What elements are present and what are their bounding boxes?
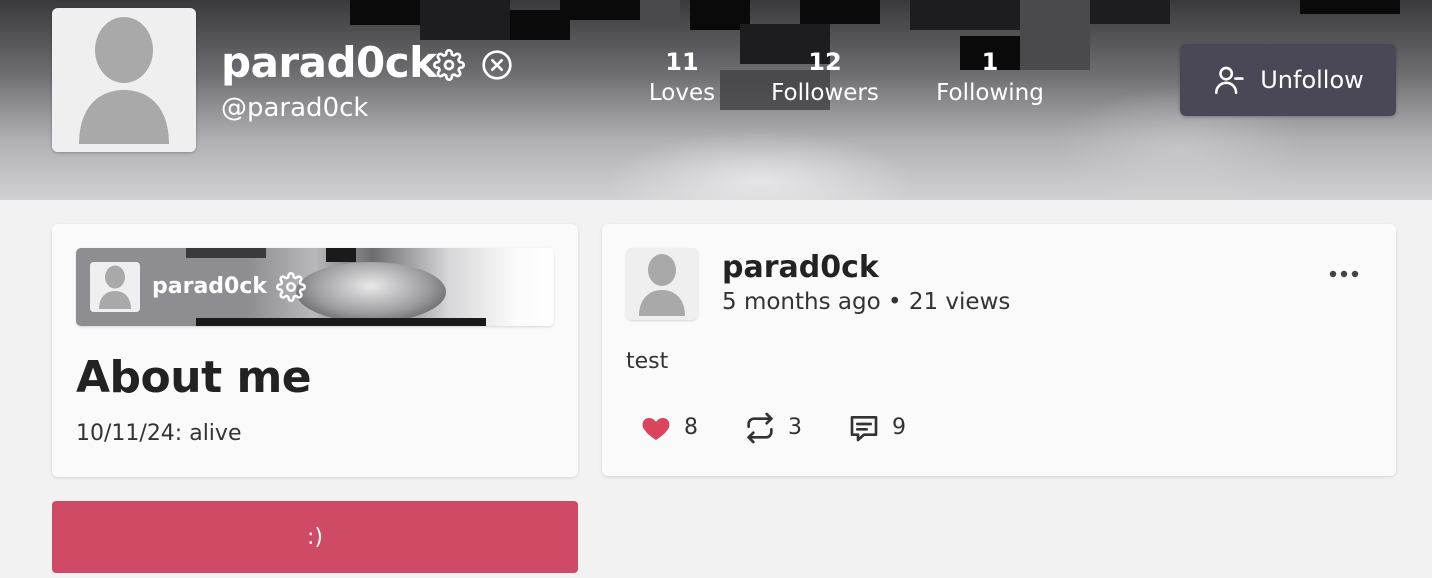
heart-icon xyxy=(642,418,670,440)
mini-avatar xyxy=(90,262,140,312)
repost-icon xyxy=(747,412,773,444)
user-minus-icon xyxy=(1215,66,1244,95)
post-author-avatar[interactable] xyxy=(626,248,698,320)
stat-value: 11 xyxy=(665,48,699,76)
more-horizontal-icon[interactable] xyxy=(1324,262,1364,286)
about-card: parad0ck About me 10/11/24: alive xyxy=(52,224,578,477)
stat-loves[interactable]: 11 Loves xyxy=(640,46,724,108)
profile-avatar[interactable] xyxy=(52,8,196,152)
circle-x-icon[interactable] xyxy=(481,49,513,81)
comment-icon xyxy=(850,416,878,442)
comment-button[interactable]: 9 xyxy=(848,410,906,446)
avatar-placeholder-icon xyxy=(52,8,196,152)
repost-button[interactable]: 3 xyxy=(744,410,802,446)
gear-icon[interactable] xyxy=(433,49,465,81)
avatar-placeholder-icon xyxy=(90,262,140,312)
unfollow-label: Unfollow xyxy=(1260,66,1364,94)
post-card: parad0ck 5 months ago • 21 views test 8 … xyxy=(602,224,1396,476)
stat-label: Loves xyxy=(648,80,716,106)
stat-value: 12 xyxy=(808,48,842,76)
gear-icon[interactable] xyxy=(276,272,306,302)
avatar-placeholder-icon xyxy=(626,248,698,320)
mini-profile-name: parad0ck xyxy=(152,274,268,299)
post-text: test xyxy=(626,349,669,374)
about-title: About me xyxy=(76,352,312,403)
stat-label: Followers xyxy=(771,80,879,106)
stat-followers[interactable]: 12 Followers xyxy=(762,46,888,108)
unfollow-button[interactable]: Unfollow xyxy=(1180,44,1396,116)
like-count: 8 xyxy=(684,415,698,440)
stat-value: 1 xyxy=(981,48,999,76)
post-author-name[interactable]: parad0ck xyxy=(722,250,879,286)
profile-handle: @parad0ck xyxy=(221,93,369,123)
stat-label: Following xyxy=(936,80,1044,106)
like-button[interactable]: 8 xyxy=(640,410,698,446)
comment-count: 9 xyxy=(892,415,906,440)
stat-following[interactable]: 1 Following xyxy=(926,46,1054,108)
mini-profile-banner[interactable]: parad0ck xyxy=(76,248,554,326)
profile-name: parad0ck xyxy=(221,38,437,87)
post-meta: 5 months ago • 21 views xyxy=(722,289,1011,315)
smile-button[interactable]: :) xyxy=(52,501,578,573)
about-body: 10/11/24: alive xyxy=(76,421,242,446)
repost-count: 3 xyxy=(788,415,802,440)
